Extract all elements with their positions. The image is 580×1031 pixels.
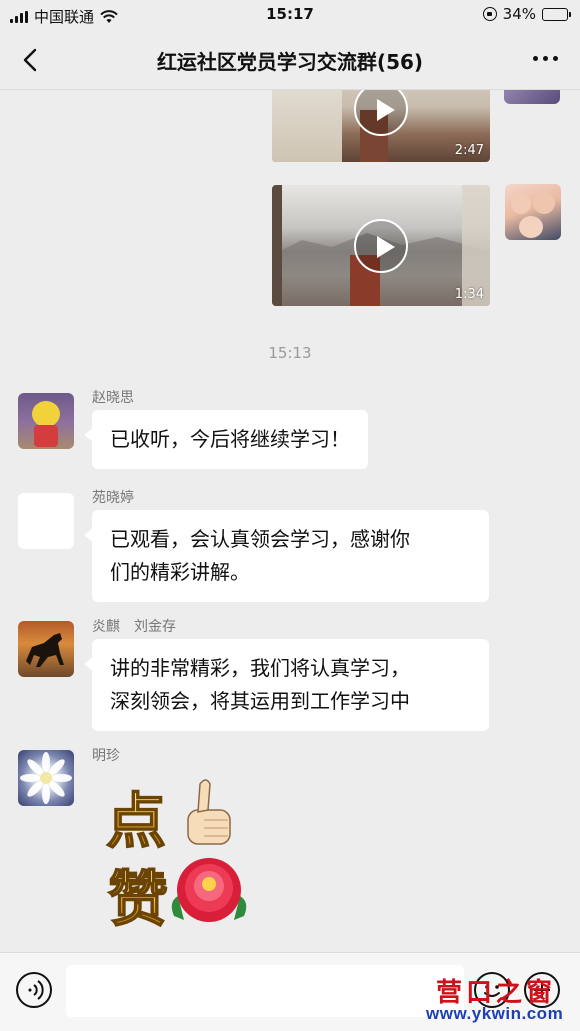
- sender-name: 赵晓思: [92, 390, 134, 406]
- battery-percent: 34%: [502, 5, 536, 23]
- sticker-char: 赞: [108, 865, 168, 930]
- watermark-url: www.ykwin.com: [426, 1004, 564, 1023]
- battery-icon: [542, 7, 571, 21]
- time-divider: 15:13: [268, 344, 312, 362]
- my-avatar[interactable]: [504, 90, 560, 104]
- video-duration: 1:34: [454, 287, 484, 302]
- status-right: 34%: [482, 5, 571, 23]
- sender-avatar[interactable]: [18, 493, 74, 549]
- message-bubble[interactable]: 讲的非常精彩，我们将认真学习， 深刻领会，将其运用到工作学习中: [84, 639, 489, 731]
- message-line: 讲的非常精彩，我们将认真学习，: [110, 656, 410, 680]
- avatar-face: [511, 194, 531, 214]
- video-message[interactable]: 1:34: [272, 185, 490, 306]
- video-thumbnail-wall: [272, 90, 342, 162]
- play-icon: [354, 218, 408, 273]
- video-message[interactable]: 2:47: [272, 90, 490, 162]
- message-line: 深刻领会，将其运用到工作学习中: [110, 689, 410, 713]
- thumbs-up-icon: [187, 779, 231, 845]
- sender-avatar[interactable]: [18, 621, 74, 677]
- sender-name: 炎麒 刘金存: [92, 619, 176, 635]
- flower-icon: [20, 752, 72, 804]
- avatar-face: [533, 192, 555, 214]
- rotation-lock-icon: [482, 7, 497, 21]
- back-chevron-icon[interactable]: [18, 47, 44, 73]
- message-bubble[interactable]: 已观看，会认真领会学习，感谢你 们的精彩讲解。: [84, 510, 489, 602]
- message-input[interactable]: [66, 965, 464, 1017]
- message-list[interactable]: 2:47 1:34 15:13 赵晓思 已收听，今后将继续学习！ 苑晓婷 已观看…: [0, 90, 580, 950]
- sticker-char: 点: [106, 787, 166, 857]
- peony-flower-icon: [171, 858, 247, 922]
- voice-icon: [28, 980, 44, 1000]
- message-bubble[interactable]: 已收听，今后将继续学习！: [84, 410, 368, 469]
- like-sticker[interactable]: 点 赞: [104, 770, 254, 936]
- sender-name: 苑晓婷: [92, 490, 134, 506]
- more-dot-icon: [533, 56, 538, 61]
- more-options-button[interactable]: [533, 56, 558, 61]
- avatar-cartoon-head: [32, 401, 60, 427]
- avatar-face: [519, 216, 543, 238]
- voice-input-button[interactable]: [16, 972, 52, 1008]
- status-bar: 中国联通 15:17 34%: [0, 0, 580, 30]
- video-duration: 2:47: [454, 143, 484, 158]
- message-line: 们的精彩讲解。: [110, 560, 250, 584]
- chat-title: 红运社区党员学习交流群(56): [156, 50, 424, 74]
- avatar-cartoon-body: [34, 425, 58, 447]
- sender-name: 明珍: [92, 748, 120, 764]
- chat-header: 红运社区党员学习交流群(56): [0, 30, 580, 90]
- like-sticker-image: 点 赞: [105, 779, 247, 936]
- horse-icon: [26, 633, 64, 667]
- my-avatar[interactable]: [505, 184, 561, 240]
- more-dot-icon: [543, 56, 548, 61]
- sender-avatar[interactable]: [18, 750, 74, 806]
- message-line: 已观看，会认真领会学习，感谢你: [110, 527, 410, 551]
- sender-avatar[interactable]: [18, 393, 74, 449]
- site-watermark: 营口之窗 www.ykwin.com: [424, 972, 574, 1028]
- more-dot-icon: [553, 56, 558, 61]
